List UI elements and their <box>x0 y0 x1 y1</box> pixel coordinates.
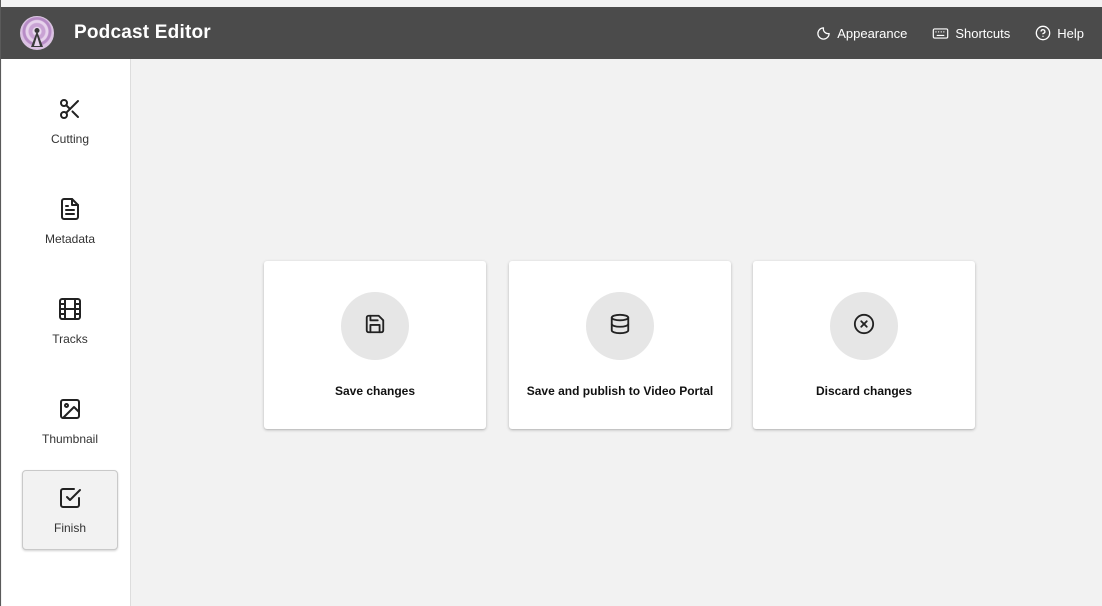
keyboard-icon <box>932 26 949 41</box>
appearance-button[interactable]: Appearance <box>816 26 907 41</box>
sidebar-item-metadata[interactable]: Metadata <box>22 181 118 261</box>
save-icon <box>364 313 386 340</box>
card-label: Save changes <box>334 384 416 398</box>
app-title: Podcast Editor <box>74 22 211 43</box>
image-icon <box>58 397 82 426</box>
header-bar: Podcast Editor Appearance Shortcuts Help <box>1 7 1102 59</box>
card-label: Save and publish to Video Portal <box>526 384 714 398</box>
document-icon <box>58 197 82 226</box>
sidebar-item-tracks[interactable]: Tracks <box>22 281 118 361</box>
sidebar-item-label: Cutting <box>50 131 90 146</box>
podcast-logo-icon <box>20 16 54 50</box>
moon-icon <box>816 26 831 41</box>
sidebar: Cutting Metadata Tracks Thumbnail Finish <box>2 59 131 606</box>
sidebar-item-label: Finish <box>53 520 86 535</box>
sidebar-item-label: Tracks <box>52 331 88 346</box>
close-icon-circle <box>830 292 898 360</box>
save-and-publish-card[interactable]: Save and publish to Video Portal <box>509 261 731 429</box>
scissors-icon <box>58 97 82 126</box>
save-icon-circle <box>341 292 409 360</box>
sidebar-item-label: Thumbnail <box>41 431 99 446</box>
card-label: Discard changes <box>815 384 913 398</box>
help-button[interactable]: Help <box>1035 25 1084 41</box>
shortcuts-label: Shortcuts <box>955 25 1011 41</box>
help-label: Help <box>1057 25 1084 41</box>
sidebar-item-thumbnail[interactable]: Thumbnail <box>22 381 118 461</box>
app-frame: Podcast Editor Appearance Shortcuts Help… <box>0 0 1102 606</box>
checkbox-icon <box>58 486 82 515</box>
database-icon-circle <box>586 292 654 360</box>
sidebar-item-finish[interactable]: Finish <box>22 470 118 550</box>
database-icon <box>609 313 631 340</box>
sidebar-item-cutting[interactable]: Cutting <box>22 81 118 161</box>
main-content: Save changes Save and publish to Video P… <box>132 59 1102 606</box>
sidebar-item-label: Metadata <box>44 231 96 246</box>
appearance-label: Appearance <box>837 25 908 41</box>
header-actions: Appearance Shortcuts Help <box>791 7 1102 59</box>
save-changes-card[interactable]: Save changes <box>264 261 486 429</box>
discard-changes-card[interactable]: Discard changes <box>753 261 975 429</box>
shortcuts-button[interactable]: Shortcuts <box>932 26 1010 41</box>
help-circle-icon <box>1035 25 1051 41</box>
film-icon <box>58 297 82 326</box>
close-circle-icon <box>853 313 875 340</box>
